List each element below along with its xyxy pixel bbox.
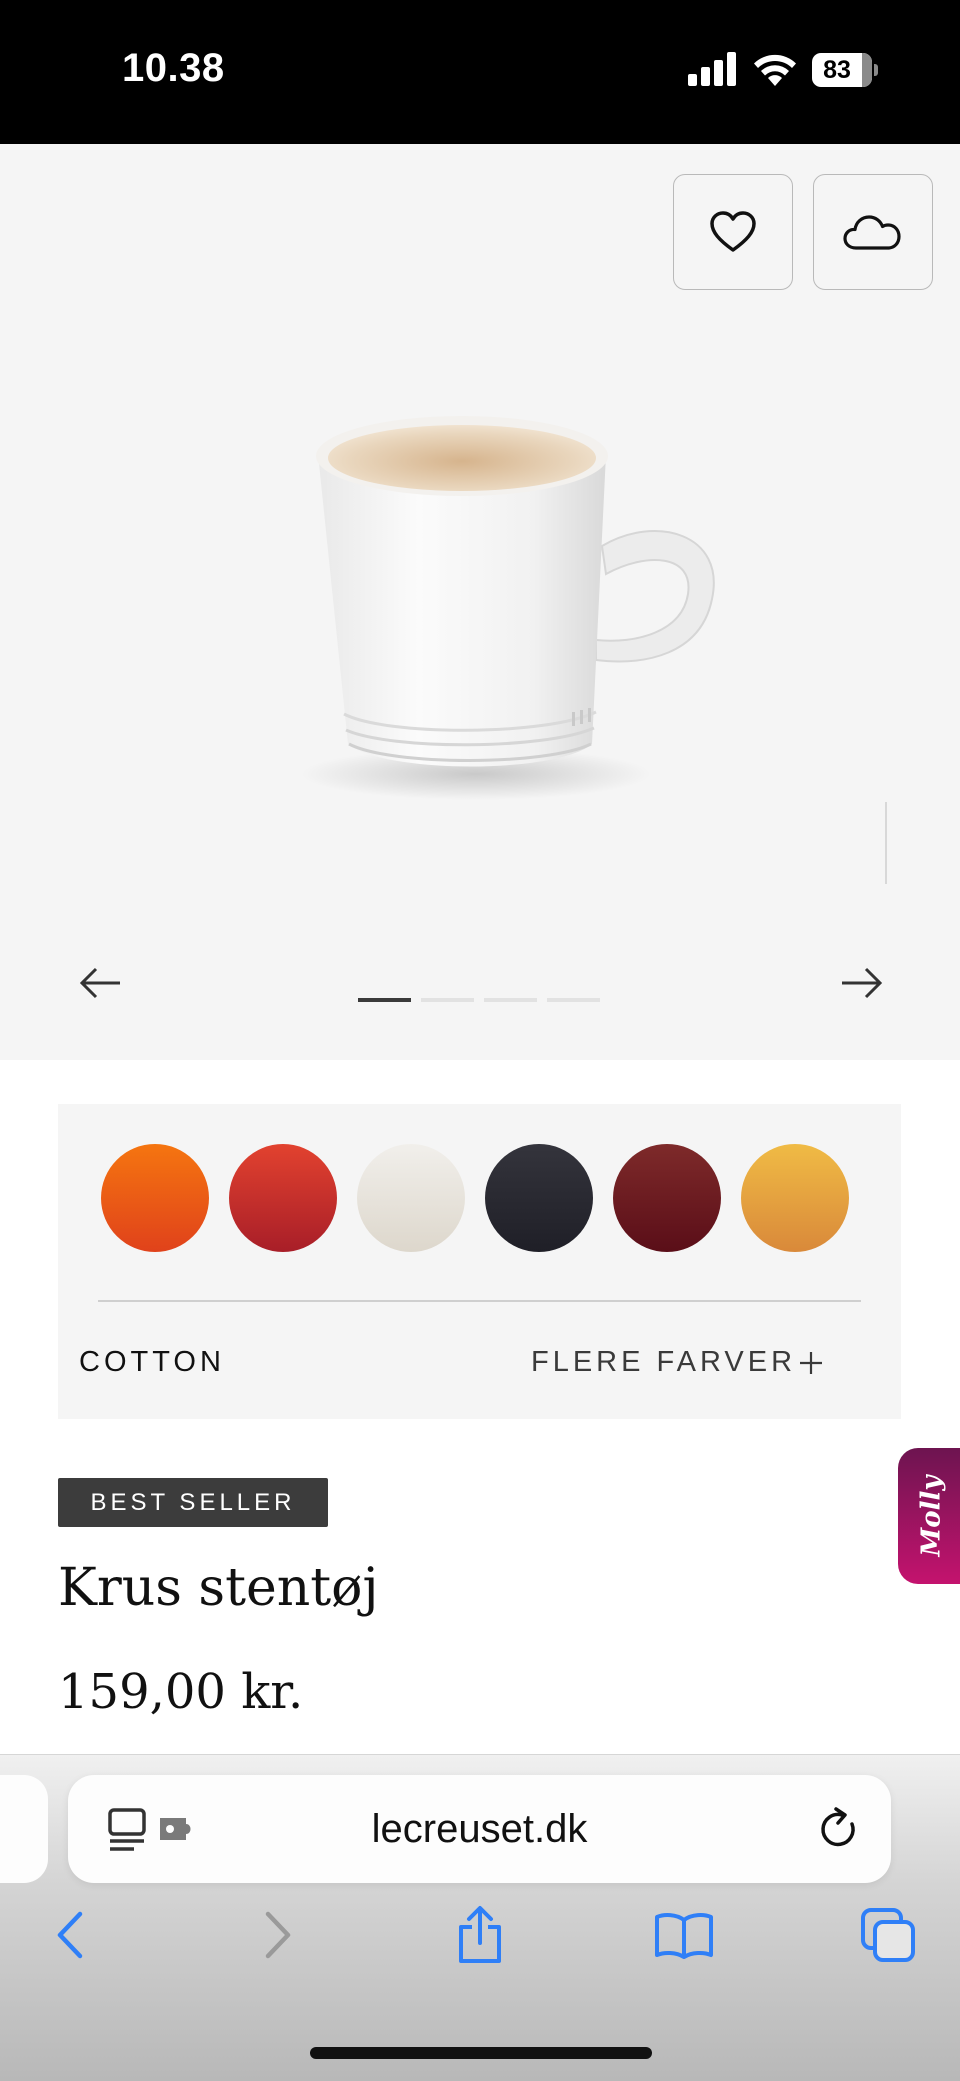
chat-widget-label: Molly — [915, 1475, 946, 1557]
next-image-button[interactable] — [840, 966, 884, 1000]
pagination-dot[interactable] — [484, 998, 537, 1002]
color-swatch-red[interactable] — [229, 1144, 337, 1252]
selected-color-name: COTTON — [79, 1346, 225, 1378]
address-bar[interactable]: lecreuset.dk — [68, 1775, 891, 1883]
url-text: lecreuset.dk — [371, 1807, 588, 1851]
product-gallery[interactable] — [0, 144, 960, 1060]
bookmarks-icon — [655, 1913, 713, 1959]
bookmarks-button[interactable] — [654, 1905, 714, 1965]
previous-image-button[interactable] — [78, 966, 122, 1000]
arrow-left-icon — [79, 967, 120, 999]
chat-widget-button[interactable]: Molly — [898, 1448, 960, 1584]
forward-icon — [265, 1911, 291, 1959]
heart-icon — [710, 211, 756, 252]
back-icon — [57, 1911, 83, 1959]
scroll-indicator — [885, 802, 887, 884]
best-seller-badge: BEST SELLER — [58, 1478, 328, 1527]
reload-icon[interactable] — [816, 1806, 862, 1852]
color-swatch-orange[interactable] — [101, 1144, 209, 1252]
wifi-icon — [754, 54, 796, 86]
forward-button[interactable] — [248, 1905, 308, 1965]
share-icon — [459, 1906, 501, 1963]
color-swatches — [101, 1144, 849, 1252]
wishlist-button[interactable] — [673, 174, 793, 290]
arrow-right-icon — [842, 967, 883, 999]
product-title: Krus stentøj — [58, 1558, 379, 1618]
tabs-icon — [861, 1908, 915, 1962]
status-time: 10.38 — [122, 46, 225, 90]
color-swatch-mustard[interactable] — [741, 1144, 849, 1252]
pagination-dot[interactable] — [547, 998, 600, 1002]
previous-tab-peek[interactable] — [0, 1775, 48, 1883]
pagination-dot[interactable] — [358, 998, 411, 1002]
divider — [98, 1300, 861, 1302]
pagination-dot[interactable] — [421, 998, 474, 1002]
battery-icon: 83 — [812, 53, 878, 87]
status-bar: 10.38 83 — [0, 0, 960, 144]
color-swatch-cotton[interactable] — [357, 1144, 465, 1252]
color-swatch-burgundy[interactable] — [613, 1144, 721, 1252]
tabs-button[interactable] — [858, 1905, 918, 1965]
more-colors-label: FLERE FARVER — [531, 1346, 797, 1378]
gallery-pagination[interactable] — [358, 998, 600, 1002]
battery-level: 83 — [823, 56, 851, 84]
back-button[interactable] — [40, 1905, 100, 1965]
share-button[interactable] — [450, 1905, 510, 1965]
product-price: 159,00 kr. — [58, 1664, 304, 1720]
cloud-icon — [843, 215, 901, 250]
browser-toolbar: lecreuset.dk — [0, 1754, 960, 2081]
color-swatch-black[interactable] — [485, 1144, 593, 1252]
product-image[interactable] — [296, 394, 746, 814]
home-indicator[interactable] — [310, 2047, 652, 2059]
plus-icon — [798, 1350, 824, 1376]
cloud-button[interactable] — [813, 174, 933, 290]
more-colors-button[interactable]: FLERE FARVER — [531, 1346, 824, 1379]
cellular-signal-icon — [688, 52, 738, 86]
